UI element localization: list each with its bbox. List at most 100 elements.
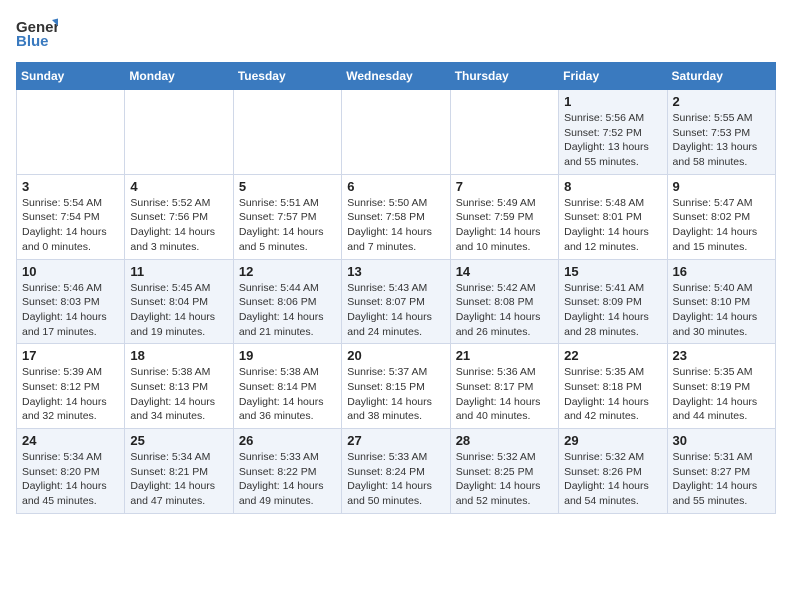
calendar-week-row: 17Sunrise: 5:39 AMSunset: 8:12 PMDayligh… (17, 344, 776, 429)
day-number: 23 (673, 348, 770, 363)
day-info: Sunset: 8:10 PM (673, 295, 770, 310)
calendar-cell: 15 Sunrise: 5:41 AMSunset: 8:09 PMDayligh… (559, 259, 667, 344)
calendar-cell: 6Sunrise: 5:50 AMSunset: 7:58 PMDaylight… (342, 174, 450, 259)
day-number: 30 (673, 433, 770, 448)
day-info: Sunrise: 5:39 AM (22, 365, 119, 380)
day-number: 1 (564, 94, 661, 109)
col-header-saturday: Saturday (667, 63, 775, 90)
day-number: 25 (130, 433, 227, 448)
day-info: Sunset: 8:25 PM (456, 465, 553, 480)
calendar-cell: 20Sunrise: 5:37 AMSunset: 8:15 PMDayligh… (342, 344, 450, 429)
day-info: Daylight: 14 hours and 15 minutes. (673, 225, 770, 254)
calendar-cell: 4Sunrise: 5:52 AMSunset: 7:56 PMDaylight… (125, 174, 233, 259)
day-number: 3 (22, 179, 119, 194)
day-info: Sunrise: 5:47 AM (673, 196, 770, 211)
day-info: Daylight: 14 hours and 55 minutes. (673, 479, 770, 508)
calendar-cell: 25Sunrise: 5:34 AMSunset: 8:21 PMDayligh… (125, 429, 233, 514)
day-info: Daylight: 14 hours and 40 minutes. (456, 395, 553, 424)
day-info: Sunrise: 5:40 AM (673, 281, 770, 296)
day-info: Daylight: 14 hours and 54 minutes. (564, 479, 661, 508)
day-info: Sunset: 8:09 PM (564, 295, 661, 310)
day-number: 17 (22, 348, 119, 363)
calendar-cell (342, 90, 450, 175)
day-info: Daylight: 14 hours and 19 minutes. (130, 310, 227, 339)
day-info: Daylight: 14 hours and 12 minutes. (564, 225, 661, 254)
calendar-cell: 9Sunrise: 5:47 AMSunset: 8:02 PMDaylight… (667, 174, 775, 259)
calendar-week-row: 3Sunrise: 5:54 AMSunset: 7:54 PMDaylight… (17, 174, 776, 259)
day-number: 10 (22, 264, 119, 279)
day-info: Sunset: 8:08 PM (456, 295, 553, 310)
day-info: Sunset: 8:02 PM (673, 210, 770, 225)
day-info: Sunset: 8:17 PM (456, 380, 553, 395)
day-info: Sunrise: 5:50 AM (347, 196, 444, 211)
calendar-cell: 27Sunrise: 5:33 AMSunset: 8:24 PMDayligh… (342, 429, 450, 514)
day-info: Daylight: 14 hours and 17 minutes. (22, 310, 119, 339)
day-info: Daylight: 14 hours and 3 minutes. (130, 225, 227, 254)
day-info: Sunset: 7:59 PM (456, 210, 553, 225)
day-info: Sunset: 7:52 PM (564, 126, 661, 141)
calendar-cell (125, 90, 233, 175)
day-info: Sunset: 8:15 PM (347, 380, 444, 395)
day-number: 2 (673, 94, 770, 109)
day-info: Sunset: 8:01 PM (564, 210, 661, 225)
day-info: Sunrise: 5:32 AM (564, 450, 661, 465)
day-info: Sunset: 8:20 PM (22, 465, 119, 480)
day-number: 27 (347, 433, 444, 448)
day-info: Sunset: 8:13 PM (130, 380, 227, 395)
day-info: Sunrise: 5:45 AM (130, 281, 227, 296)
calendar-header-row: SundayMondayTuesdayWednesdayThursdayFrid… (17, 63, 776, 90)
calendar-week-row: 1Sunrise: 5:56 AMSunset: 7:52 PMDaylight… (17, 90, 776, 175)
day-info: Sunset: 8:14 PM (239, 380, 336, 395)
day-number: 19 (239, 348, 336, 363)
day-number: 7 (456, 179, 553, 194)
day-info: Daylight: 14 hours and 49 minutes. (239, 479, 336, 508)
day-info: Sunrise: 5:34 AM (22, 450, 119, 465)
col-header-wednesday: Wednesday (342, 63, 450, 90)
day-info: Daylight: 14 hours and 42 minutes. (564, 395, 661, 424)
day-number: 16 (673, 264, 770, 279)
calendar-cell: 21Sunrise: 5:36 AMSunset: 8:17 PMDayligh… (450, 344, 558, 429)
day-info: Sunrise: 5:55 AM (673, 111, 770, 126)
calendar-cell: 29Sunrise: 5:32 AMSunset: 8:26 PMDayligh… (559, 429, 667, 514)
day-info: Sunrise: 5:31 AM (673, 450, 770, 465)
day-info: Daylight: 14 hours and 34 minutes. (130, 395, 227, 424)
day-number: 14 (456, 264, 553, 279)
day-info: Daylight: 14 hours and 50 minutes. (347, 479, 444, 508)
day-number: 24 (22, 433, 119, 448)
day-info: Sunrise: 5:44 AM (239, 281, 336, 296)
day-number: 12 (239, 264, 336, 279)
day-info: Daylight: 14 hours and 36 minutes. (239, 395, 336, 424)
calendar-week-row: 24 Sunrise: 5:34 AMSunset: 8:20 PM Dayligh… (17, 429, 776, 514)
day-info: Sunset: 8:04 PM (130, 295, 227, 310)
day-number: 22 (564, 348, 661, 363)
calendar-cell: 22Sunrise: 5:35 AMSunset: 8:18 PMDayligh… (559, 344, 667, 429)
day-info: Sunrise: 5:38 AM (130, 365, 227, 380)
day-info: Sunset: 8:21 PM (130, 465, 227, 480)
calendar-cell: 17Sunrise: 5:39 AMSunset: 8:12 PMDayligh… (17, 344, 125, 429)
day-info: Daylight: 14 hours and 24 minutes. (347, 310, 444, 339)
day-info: Sunrise: 5:56 AM (564, 111, 661, 126)
calendar-cell: 14Sunrise: 5:42 AMSunset: 8:08 PMDayligh… (450, 259, 558, 344)
day-info: Sunset: 8:24 PM (347, 465, 444, 480)
day-number: 6 (347, 179, 444, 194)
day-number: 8 (564, 179, 661, 194)
day-number: 11 (130, 264, 227, 279)
day-number: 15 (564, 264, 661, 279)
day-info: Daylight: 14 hours and 52 minutes. (456, 479, 553, 508)
calendar-cell: 3Sunrise: 5:54 AMSunset: 7:54 PMDaylight… (17, 174, 125, 259)
day-info: Daylight: 14 hours and 47 minutes. (130, 479, 227, 508)
calendar-cell: 7Sunrise: 5:49 AMSunset: 7:59 PMDaylight… (450, 174, 558, 259)
day-info: Sunrise: 5:32 AM (456, 450, 553, 465)
col-header-monday: Monday (125, 63, 233, 90)
day-info: Sunset: 7:56 PM (130, 210, 227, 225)
day-info: Sunrise: 5:41 AM (564, 281, 661, 296)
day-info: Daylight: 14 hours and 28 minutes. (564, 310, 661, 339)
day-info: Sunrise: 5:35 AM (673, 365, 770, 380)
day-info: Daylight: 14 hours and 21 minutes. (239, 310, 336, 339)
day-info: Sunset: 7:54 PM (22, 210, 119, 225)
calendar-cell: 11 Sunrise: 5:45 AMSunset: 8:04 PMDayligh… (125, 259, 233, 344)
day-info: Sunrise: 5:46 AM (22, 281, 119, 296)
day-info: Daylight: 14 hours and 0 minutes. (22, 225, 119, 254)
day-info: Sunrise: 5:37 AM (347, 365, 444, 380)
day-info: Daylight: 14 hours and 30 minutes. (673, 310, 770, 339)
